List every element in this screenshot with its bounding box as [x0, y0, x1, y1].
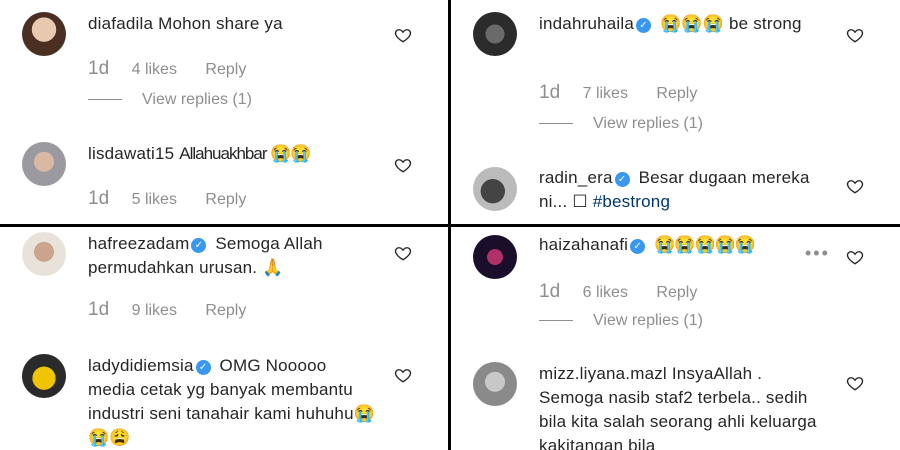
comment-meta: 1d 5 likes Reply — [88, 188, 246, 210]
verified-badge-icon: ✓ — [191, 238, 207, 253]
comment-body: radin_era ✓ Besar dugaan mereka ni... ☐ #… — [539, 166, 830, 214]
heart-outline-icon[interactable] — [394, 244, 412, 262]
heart-outline-icon[interactable] — [846, 177, 864, 195]
username[interactable]: lisdawati15 — [88, 144, 174, 163]
heart-outline-icon[interactable] — [846, 248, 864, 266]
username[interactable]: diafadila — [88, 14, 153, 33]
heart-outline-icon[interactable] — [394, 156, 412, 174]
view-replies-label: View replies (1) — [593, 115, 703, 132]
comment-age: 1d — [88, 299, 110, 320]
reply-button[interactable]: Reply — [205, 61, 246, 78]
view-replies-label: View replies (1) — [593, 312, 703, 329]
view-replies-button[interactable]: View replies (1) — [88, 91, 252, 109]
avatar[interactable] — [22, 354, 66, 398]
view-replies-line — [88, 99, 122, 101]
username[interactable]: radin_era — [539, 168, 613, 187]
likes-count[interactable]: 5 likes — [132, 191, 177, 208]
avatar[interactable] — [22, 12, 66, 56]
comment-meta: 1d 9 likes Reply — [88, 299, 246, 321]
comments-panel-top-left: diafadila Mohon share ya 1d 4 likes Repl… — [0, 0, 448, 224]
reply-button[interactable]: Reply — [205, 302, 246, 319]
more-options-icon[interactable]: ••• — [805, 243, 830, 264]
comment-body: mizz.liyana.mazl InsyaAllah . Semoga nas… — [539, 362, 830, 450]
view-replies-button[interactable]: View replies (1) — [539, 312, 703, 330]
avatar[interactable] — [473, 12, 517, 56]
username[interactable]: indahruhaila — [539, 14, 634, 33]
username[interactable]: mizz.liyana.mazl — [539, 364, 667, 383]
heart-outline-icon[interactable] — [394, 366, 412, 384]
avatar[interactable] — [473, 167, 517, 211]
comment-text: Allahuakhbar 😭😭 — [179, 144, 311, 163]
comment-body: lisdawati15 Allahuakhbar 😭😭 — [88, 142, 378, 166]
view-replies-label: View replies (1) — [142, 91, 252, 108]
heart-outline-icon[interactable] — [846, 374, 864, 392]
comment-text: 😭😭😭😭😭 — [654, 235, 756, 254]
comment-age: 1d — [88, 58, 110, 79]
comment-age: 1d — [539, 82, 561, 103]
comments-panel-bottom-left: hafreezadam ✓ Semoga Allah permudahkan ur… — [0, 227, 448, 450]
verified-badge-icon: ✓ — [636, 18, 652, 33]
comment-meta: 1d 6 likes Reply — [539, 281, 697, 303]
avatar[interactable] — [473, 362, 517, 406]
comment-age: 1d — [88, 188, 110, 209]
comment-age: 1d — [539, 281, 561, 302]
verified-badge-icon: ✓ — [195, 360, 211, 375]
verified-badge-icon: ✓ — [614, 172, 630, 187]
comment-meta: 1d 7 likes Reply — [539, 82, 697, 104]
reply-button[interactable]: Reply — [205, 191, 246, 208]
comment-body: diafadila Mohon share ya — [88, 12, 378, 36]
view-replies-button[interactable]: View replies (1) — [539, 115, 703, 133]
username[interactable]: ladydidiemsia — [88, 356, 194, 375]
comment-body: hafreezadam ✓ Semoga Allah permudahkan ur… — [88, 232, 378, 280]
comment-screenshot-grid: diafadila Mohon share ya 1d 4 likes Repl… — [0, 0, 900, 450]
comment-body: haizahanafi ✓ 😭😭😭😭😭 — [539, 233, 830, 257]
heart-outline-icon[interactable] — [394, 26, 412, 44]
avatar[interactable] — [22, 142, 66, 186]
hashtag-link[interactable]: #bestrong — [593, 192, 670, 211]
comments-panel-bottom-right: haizahanafi ✓ 😭😭😭😭😭 ••• 1d 6 likes Reply … — [451, 227, 900, 450]
avatar[interactable] — [22, 232, 66, 276]
reply-button[interactable]: Reply — [656, 284, 697, 301]
view-replies-line — [539, 123, 573, 125]
likes-count[interactable]: 9 likes — [132, 302, 177, 319]
avatar[interactable] — [473, 235, 517, 279]
heart-outline-icon[interactable] — [846, 26, 864, 44]
username[interactable]: haizahanafi — [539, 235, 628, 254]
view-replies-line — [539, 320, 573, 322]
comment-text: Mohon share ya — [158, 14, 283, 33]
comment-body: ladydidiemsia ✓ OMG Nooooo media cetak yg… — [88, 354, 378, 450]
reply-button[interactable]: Reply — [656, 85, 697, 102]
comment-body: indahruhaila ✓ 😭😭😭 be strong — [539, 12, 830, 36]
verified-badge-icon: ✓ — [630, 239, 646, 254]
username[interactable]: hafreezadam — [88, 234, 189, 253]
comment-meta: 1d 4 likes Reply — [88, 58, 246, 80]
likes-count[interactable]: 6 likes — [583, 284, 628, 301]
likes-count[interactable]: 4 likes — [132, 61, 177, 78]
comments-panel-top-right: indahruhaila ✓ 😭😭😭 be strong 1d 7 likes R… — [451, 0, 900, 224]
likes-count[interactable]: 7 likes — [583, 85, 628, 102]
comment-text: 😭😭😭 be strong — [659, 14, 802, 33]
